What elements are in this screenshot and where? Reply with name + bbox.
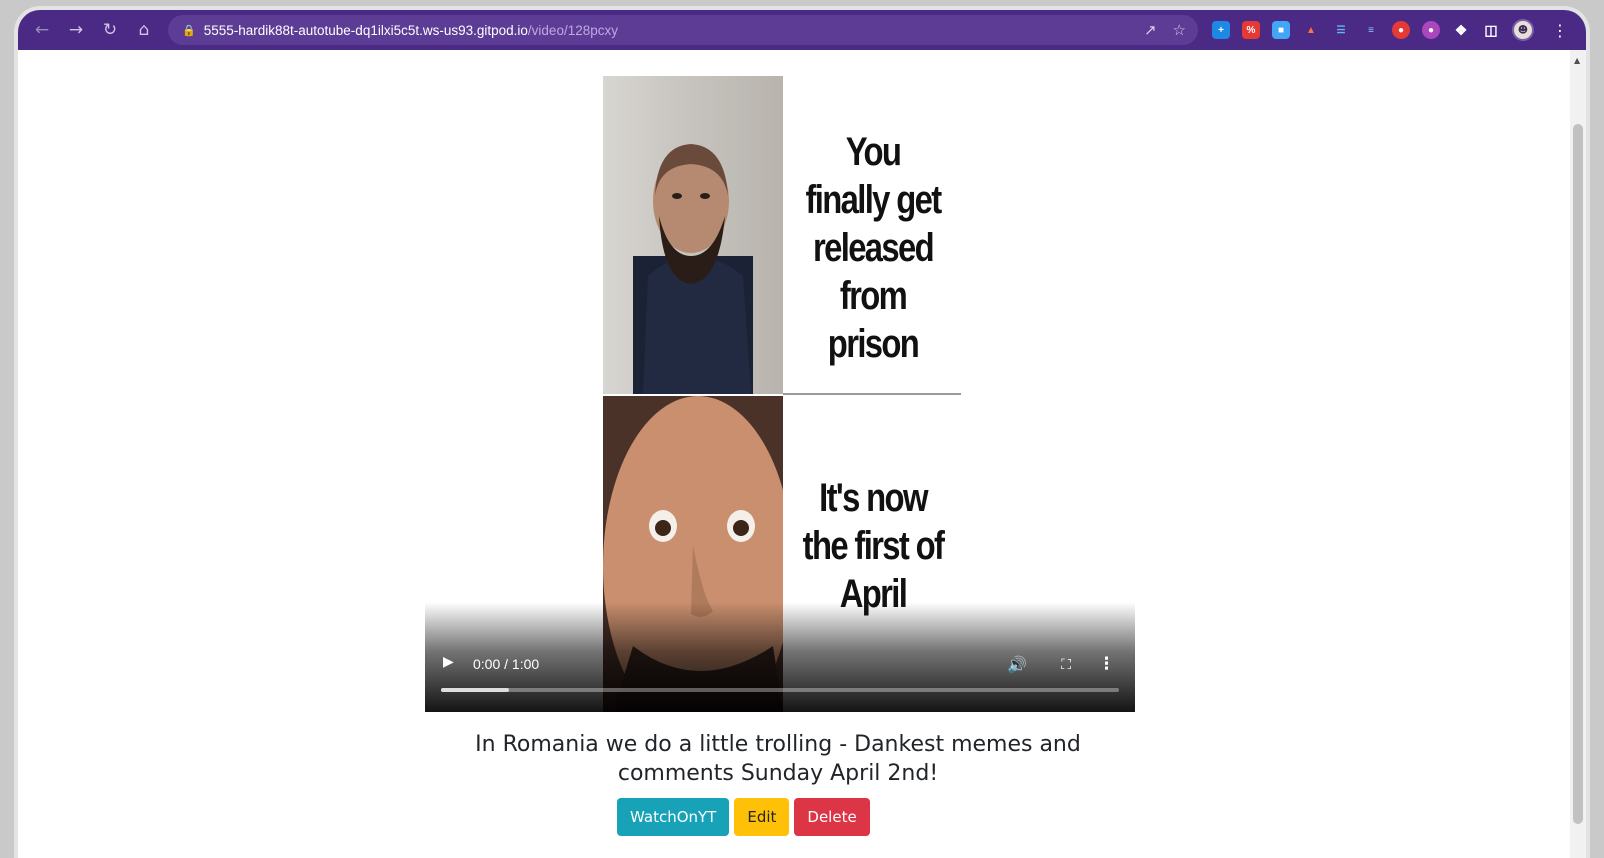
video-progress-buffered bbox=[441, 688, 509, 692]
video-player[interactable]: You finally get released from prison It'… bbox=[425, 70, 1135, 712]
video-time: 0:00 / 1:00 bbox=[473, 656, 540, 672]
page-content: You finally get released from prison It'… bbox=[18, 50, 1570, 858]
extension-plus-icon[interactable]: + bbox=[1212, 21, 1230, 39]
play-icon[interactable]: ▶ bbox=[443, 654, 454, 670]
person-photo-top bbox=[633, 144, 753, 394]
delete-button[interactable]: Delete bbox=[794, 798, 870, 836]
extension-shield-icon[interactable]: ● bbox=[1392, 21, 1410, 39]
extension-doc-icon[interactable]: ■ bbox=[1272, 21, 1290, 39]
profile-avatar[interactable]: ☻ bbox=[1512, 19, 1534, 41]
fullscreen-icon[interactable]: ⛶ bbox=[1061, 657, 1071, 673]
watch-on-yt-button[interactable]: WatchOnYT bbox=[617, 798, 730, 836]
extension-brain-icon[interactable]: ● bbox=[1422, 21, 1440, 39]
back-arrow-icon[interactable]: ← bbox=[26, 14, 58, 46]
volume-icon[interactable]: 🔊 bbox=[1007, 655, 1027, 674]
url-path: /video/128pcxy bbox=[527, 22, 618, 38]
home-icon[interactable]: ⌂ bbox=[128, 14, 160, 46]
lock-icon: 🔒 bbox=[182, 23, 196, 37]
browser-window: ← → ↻ ⌂ 🔒 5555-hardik88t-autotube-dq1ilx… bbox=[14, 6, 1590, 858]
video-title: In Romania we do a little trolling - Dan… bbox=[475, 732, 1081, 786]
more-options-icon[interactable]: ⋮ bbox=[1098, 654, 1115, 674]
side-panel-icon[interactable]: ◫ bbox=[1482, 21, 1500, 39]
browser-toolbar: ← → ↻ ⌂ 🔒 5555-hardik88t-autotube-dq1ilx… bbox=[18, 10, 1586, 50]
meme-caption-top: You finally get released from prison bbox=[805, 130, 942, 366]
scroll-thumb[interactable] bbox=[1573, 124, 1583, 824]
meme-caption-bottom: It's now the first of April bbox=[802, 476, 945, 616]
edit-button[interactable]: Edit bbox=[734, 798, 790, 836]
meme-divider bbox=[783, 393, 961, 395]
extension-lines-icon[interactable]: ≡ bbox=[1362, 21, 1380, 39]
bookmark-star-icon[interactable]: ☆ bbox=[1173, 21, 1186, 39]
video-progress-bar[interactable] bbox=[441, 688, 1119, 692]
address-bar[interactable]: 🔒 5555-hardik88t-autotube-dq1ilxi5c5t.ws… bbox=[168, 15, 1198, 45]
extensions-puzzle-icon[interactable]: ❖ bbox=[1452, 21, 1470, 39]
extension-bars-icon[interactable]: ☰ bbox=[1332, 21, 1350, 39]
browser-menu-icon[interactable]: ⋮ bbox=[1552, 21, 1568, 40]
extensions-bar: + % ■ ▲ ☰ ≡ ● ● ❖ ◫ ☻ ⋮ bbox=[1212, 19, 1568, 41]
action-buttons: WatchOnYT Edit Delete bbox=[617, 798, 870, 836]
share-icon[interactable]: ↗ bbox=[1144, 21, 1157, 39]
url-host: 5555-hardik88t-autotube-dq1ilxi5c5t.ws-u… bbox=[203, 22, 528, 38]
reload-icon[interactable]: ↻ bbox=[94, 14, 126, 46]
extension-red-icon[interactable]: % bbox=[1242, 21, 1260, 39]
video-controls: ▶ 0:00 / 1:00 🔊 ⛶ ⋮ bbox=[425, 602, 1135, 712]
page-scrollbar[interactable]: ▲ bbox=[1570, 50, 1586, 858]
extension-orange-icon[interactable]: ▲ bbox=[1302, 21, 1320, 39]
meme-photo-top bbox=[603, 76, 783, 394]
scroll-up-arrow-icon[interactable]: ▲ bbox=[1574, 56, 1580, 65]
forward-arrow-icon[interactable]: → bbox=[60, 14, 92, 46]
